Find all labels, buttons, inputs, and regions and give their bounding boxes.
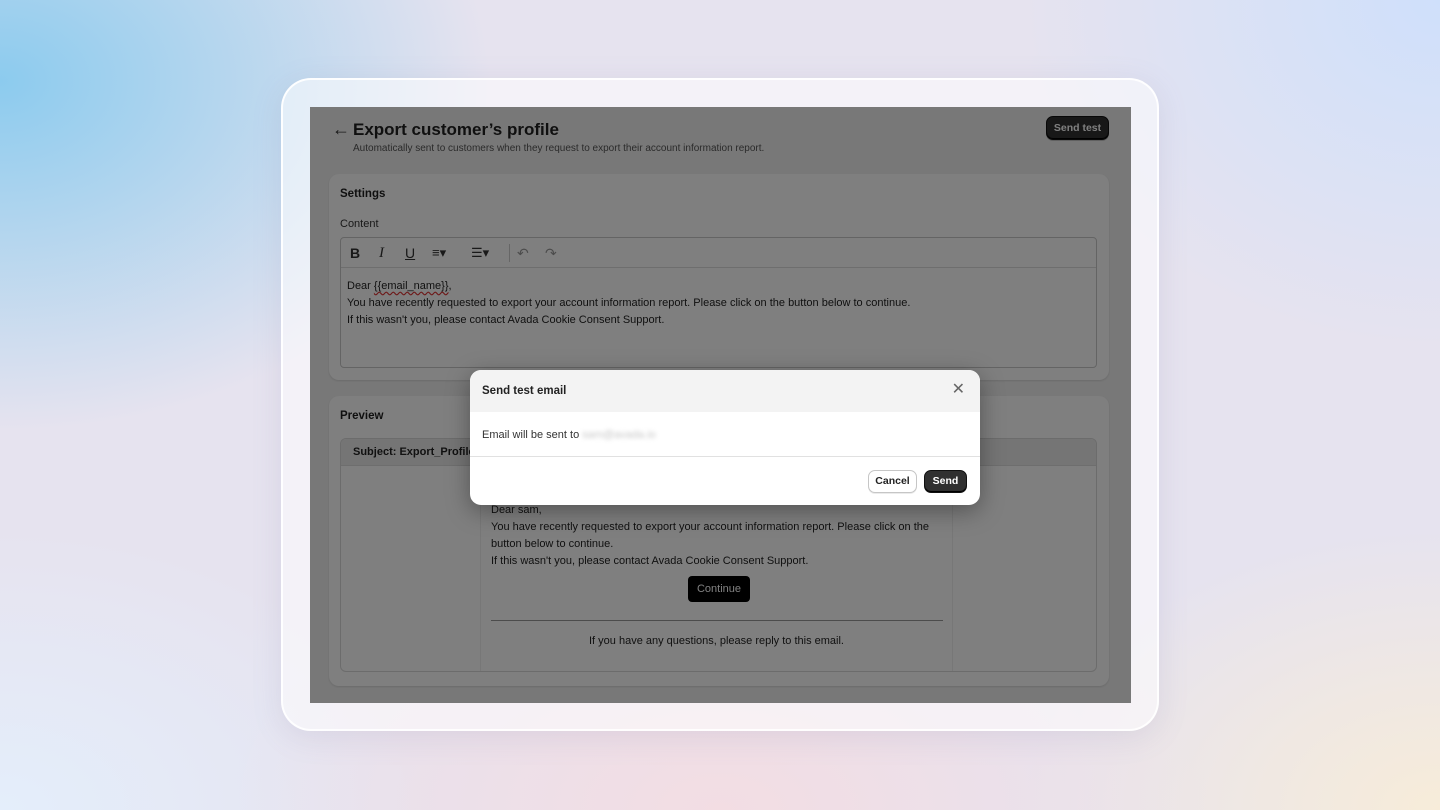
app-screen: ← Export customer’s profile Automaticall… (310, 107, 1131, 703)
cancel-button[interactable]: Cancel (868, 470, 917, 493)
send-test-email-modal: Send test email ✕ Email will be sent to s… (470, 370, 980, 505)
modal-header: Send test email ✕ (470, 370, 980, 412)
close-icon[interactable]: ✕ (952, 381, 965, 399)
send-button[interactable]: Send (924, 470, 967, 493)
modal-title: Send test email (482, 385, 567, 397)
recipient-email: sam@avada.io (582, 429, 656, 441)
modal-divider (470, 456, 980, 457)
recipient-label: Email will be sent to (482, 429, 580, 441)
modal-body: Email will be sent to sam@avada.io (482, 429, 656, 441)
